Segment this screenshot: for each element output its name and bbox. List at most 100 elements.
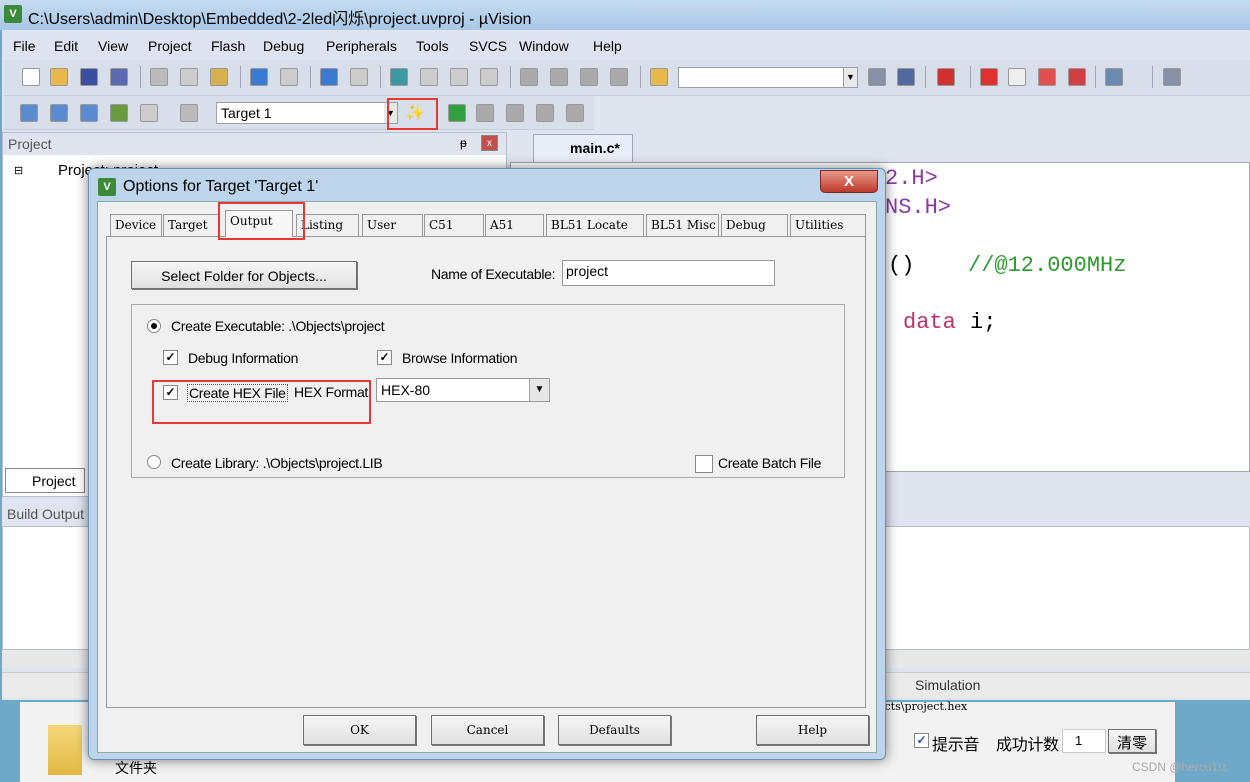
- output-tab-panel: Select Folder for Objects... Name of Exe…: [106, 236, 866, 708]
- forward-icon[interactable]: [350, 68, 368, 86]
- browse-info-checkbox[interactable]: ✓: [377, 350, 392, 365]
- clear-bookmarks-icon[interactable]: [480, 68, 498, 86]
- tab-c51[interactable]: C51: [424, 214, 484, 236]
- menu-project[interactable]: Project: [148, 38, 192, 54]
- create-library-radio[interactable]: [147, 455, 161, 469]
- toolbar-separator: [510, 66, 511, 88]
- chevron-down-icon[interactable]: ▼: [529, 379, 549, 401]
- clear-button[interactable]: 清零: [1108, 729, 1156, 753]
- status-simulation: Simulation: [915, 677, 981, 693]
- batch-build-icon[interactable]: [110, 104, 128, 122]
- tab-device[interactable]: Device: [110, 214, 162, 236]
- manage-runtime-icon[interactable]: [566, 104, 584, 122]
- tab-project[interactable]: Project: [5, 468, 85, 493]
- build-icon[interactable]: [50, 104, 68, 122]
- create-batch-checkbox[interactable]: [695, 455, 713, 473]
- find-in-files-icon[interactable]: [650, 68, 668, 86]
- count-input[interactable]: 1: [1062, 729, 1106, 753]
- unindent-icon[interactable]: [550, 68, 568, 86]
- new-file-icon[interactable]: [22, 68, 40, 86]
- tab-debug[interactable]: Debug: [721, 214, 788, 236]
- name-of-executable-input[interactable]: project: [562, 260, 775, 286]
- window-layout-icon[interactable]: [1105, 68, 1123, 86]
- pin-icon[interactable]: ᵽ: [460, 136, 467, 150]
- tab-listing[interactable]: Listing: [296, 214, 359, 236]
- manage-components-icon[interactable]: [448, 104, 466, 122]
- stop-build-icon[interactable]: [140, 104, 158, 122]
- tab-bl51-misc[interactable]: BL51 Misc: [646, 214, 719, 236]
- menu-file[interactable]: File: [13, 38, 36, 54]
- menu-help[interactable]: Help: [593, 38, 622, 54]
- debug-info-checkbox[interactable]: ✓: [163, 350, 178, 365]
- menu-peripherals[interactable]: Peripherals: [326, 38, 397, 54]
- select-folder-button[interactable]: Select Folder for Objects...: [131, 261, 357, 289]
- code-line: NS.H>: [885, 195, 952, 220]
- redo-icon[interactable]: [280, 68, 298, 86]
- copy-icon[interactable]: [180, 68, 198, 86]
- create-executable-radio[interactable]: [147, 319, 161, 333]
- menu-debug[interactable]: Debug: [263, 38, 304, 54]
- target-select[interactable]: Target 1: [216, 102, 398, 124]
- tab-a51[interactable]: A51: [485, 214, 544, 236]
- configure-icon[interactable]: [1163, 68, 1181, 86]
- download-icon[interactable]: [180, 104, 198, 122]
- multi-project-icon[interactable]: [476, 104, 494, 122]
- disable-breakpoint-icon[interactable]: [1008, 68, 1026, 86]
- prev-bookmark-icon[interactable]: [420, 68, 438, 86]
- defaults-button[interactable]: Defaults: [558, 715, 671, 745]
- save-all-icon[interactable]: [110, 68, 128, 86]
- menu-edit[interactable]: Edit: [54, 38, 78, 54]
- disable-all-icon[interactable]: [1038, 68, 1056, 86]
- search-combo[interactable]: [678, 67, 858, 88]
- uncomment-icon[interactable]: [610, 68, 628, 86]
- dialog-body: Device Target Output Listing User C51 A51 BL51 …: [97, 201, 877, 753]
- tab-target[interactable]: Target: [163, 214, 219, 236]
- rebuild-icon[interactable]: [80, 104, 98, 122]
- folder-label: 文件夹: [115, 760, 157, 776]
- tab-bl51-locate[interactable]: BL51 Locate: [546, 214, 644, 236]
- incremental-find-icon[interactable]: [897, 68, 915, 86]
- next-bookmark-icon[interactable]: [450, 68, 468, 86]
- pack-installer-icon[interactable]: [506, 104, 524, 122]
- translate-icon[interactable]: [20, 104, 38, 122]
- menu-tools[interactable]: Tools: [416, 38, 449, 54]
- cancel-button[interactable]: Cancel: [431, 715, 544, 745]
- debug-session-icon[interactable]: [937, 68, 955, 86]
- sound-checkbox[interactable]: ✓: [914, 733, 929, 748]
- menu-flash[interactable]: Flash: [211, 38, 245, 54]
- dialog-close-button[interactable]: X: [820, 170, 878, 193]
- hex-format-select[interactable]: HEX-80: [376, 378, 550, 402]
- ok-button[interactable]: OK: [303, 715, 416, 745]
- breakpoint-icon[interactable]: [980, 68, 998, 86]
- toolbar-separator: [925, 66, 926, 88]
- code-line: (): [888, 253, 915, 278]
- output-path: ects\project.hex: [878, 700, 968, 713]
- find-icon[interactable]: [868, 68, 886, 86]
- select-software-icon[interactable]: [536, 104, 554, 122]
- close-icon[interactable]: x: [481, 135, 498, 151]
- menu-view[interactable]: View: [98, 38, 128, 54]
- help-button[interactable]: Help: [756, 715, 869, 745]
- uvision-icon: V: [4, 5, 22, 23]
- debug-info-label: Debug Information: [188, 350, 299, 366]
- comment-icon[interactable]: [580, 68, 598, 86]
- toolbar-separator: [140, 66, 141, 88]
- indent-icon[interactable]: [520, 68, 538, 86]
- toolbar-separator: [1095, 66, 1096, 88]
- paste-icon[interactable]: [210, 68, 228, 86]
- chevron-down-icon[interactable]: ▼: [843, 68, 857, 87]
- highlight-box: [218, 202, 305, 240]
- tab-user[interactable]: User: [362, 214, 423, 236]
- collapse-icon[interactable]: ⊟: [14, 164, 23, 177]
- tab-main-c[interactable]: main.c*: [533, 134, 633, 162]
- save-icon[interactable]: [80, 68, 98, 86]
- cut-icon[interactable]: [150, 68, 168, 86]
- undo-icon[interactable]: [250, 68, 268, 86]
- tab-utilities[interactable]: Utilities: [790, 214, 866, 236]
- menu-svcs[interactable]: SVCS: [469, 38, 507, 54]
- kill-all-icon[interactable]: [1068, 68, 1086, 86]
- open-icon[interactable]: [50, 68, 68, 86]
- bookmark-icon[interactable]: [390, 68, 408, 86]
- menu-window[interactable]: Window: [519, 38, 569, 54]
- back-icon[interactable]: [320, 68, 338, 86]
